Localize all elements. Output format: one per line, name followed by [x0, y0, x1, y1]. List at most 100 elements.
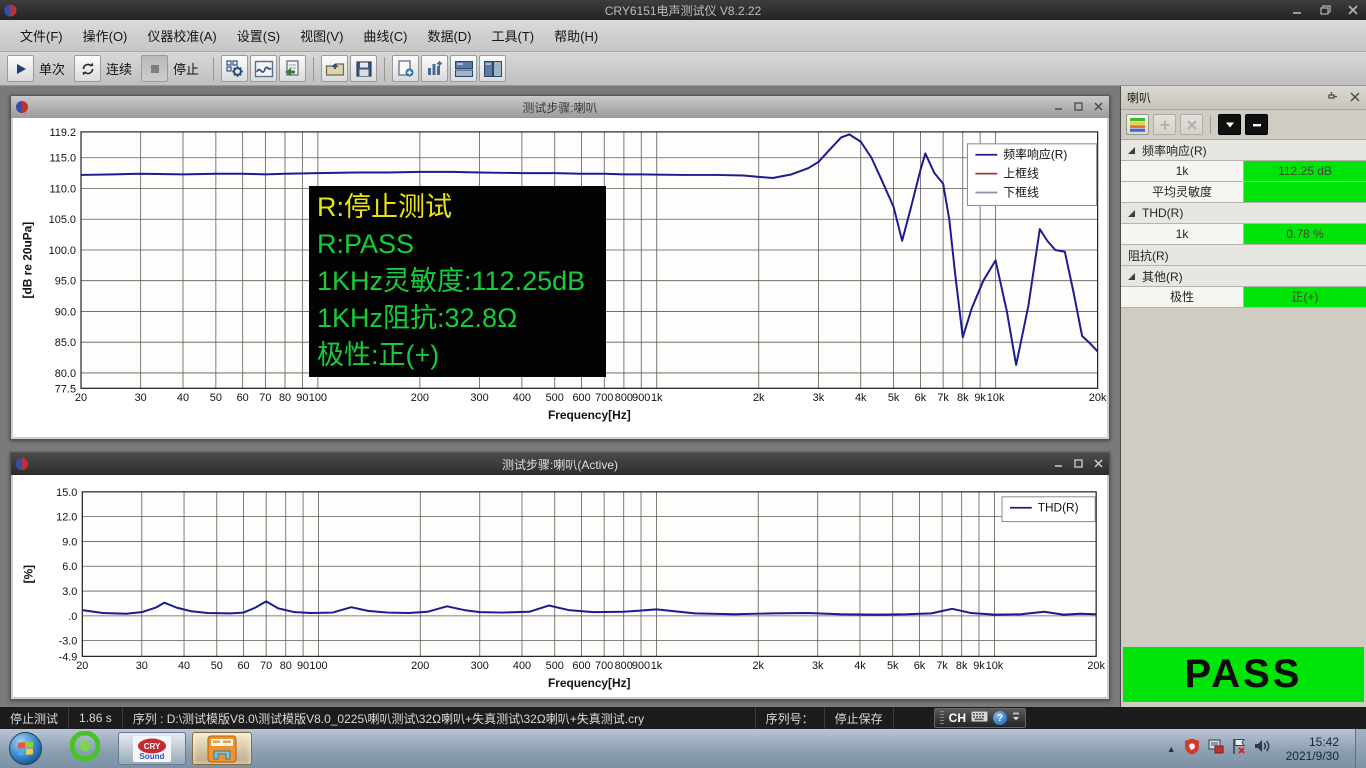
test-settings-button[interactable] — [221, 55, 248, 82]
svg-text:500: 500 — [546, 392, 564, 404]
svg-text:100.0: 100.0 — [49, 245, 76, 257]
start-button[interactable] — [9, 732, 42, 765]
svg-text:8k: 8k — [957, 392, 969, 404]
language-bar-grip[interactable] — [940, 711, 944, 725]
delete-icon[interactable] — [1180, 114, 1203, 135]
window1-close-icon[interactable] — [1094, 98, 1103, 116]
curve-editor-button[interactable] — [250, 55, 277, 82]
window2-restore-icon[interactable] — [1074, 455, 1083, 473]
expand-all-icon[interactable] — [1218, 114, 1241, 135]
loop-icon — [80, 61, 96, 77]
menu-help[interactable]: 帮助(H) — [544, 21, 608, 50]
add-chart-button[interactable] — [421, 55, 448, 82]
svg-text:90.0: 90.0 — [55, 306, 76, 318]
group-thd[interactable]: THD(R) — [1121, 203, 1366, 224]
active-app-taskbar-button[interactable] — [192, 732, 252, 765]
open-file-button[interactable] — [321, 55, 348, 82]
cry-sound-taskbar-button[interactable]: CRYSound — [118, 732, 186, 765]
report-icon — [283, 59, 302, 78]
status-elapsed: 1.86 s — [69, 707, 123, 729]
svg-text:20: 20 — [76, 660, 88, 672]
new-step-button[interactable] — [392, 55, 419, 82]
svg-text:30: 30 — [136, 660, 148, 672]
main-toolbar: 单次 连续 停止 — [0, 52, 1366, 86]
result-value: 112.25 dB — [1244, 161, 1366, 181]
menu-bar: 文件(F) 操作(O) 仪器校准(A) 设置(S) 视图(V) 曲线(C) 数据… — [0, 20, 1366, 52]
svg-text:6k: 6k — [915, 392, 927, 404]
group-frequency-response[interactable]: 频率响应(R) — [1121, 140, 1366, 161]
save-icon — [355, 60, 373, 78]
menu-calibration[interactable]: 仪器校准(A) — [137, 21, 226, 50]
window1-minimize-icon[interactable] — [1054, 98, 1063, 116]
app-window: CRY6151电声测试仪 V8.2.22 文件(F) 操作(O) 仪器校准(A)… — [0, 0, 1366, 768]
collapse-arrow-icon — [1128, 210, 1135, 217]
menu-view[interactable]: 视图(V) — [290, 21, 353, 50]
svg-text:40: 40 — [178, 660, 190, 672]
layers-icon[interactable] — [1126, 114, 1149, 135]
cry-logo-subtext: Sound — [140, 752, 165, 761]
status-save-state: 停止保存 — [825, 707, 894, 729]
result-row-polarity: 极性 正(+) — [1121, 287, 1366, 308]
svg-text:800: 800 — [615, 660, 633, 672]
group-impedance[interactable]: 阻抗(R) — [1121, 245, 1366, 266]
ime-language[interactable]: CH — [949, 711, 966, 725]
menu-file[interactable]: 文件(F) — [10, 21, 73, 50]
volume-tray-icon[interactable] — [1254, 738, 1272, 759]
svg-text:80: 80 — [280, 660, 292, 672]
panel-close-icon[interactable] — [1350, 91, 1360, 105]
svg-text:[%]: [%] — [22, 565, 36, 584]
menu-tools[interactable]: 工具(T) — [482, 21, 545, 50]
menu-operate[interactable]: 操作(O) — [73, 21, 138, 50]
thd-chart-area: 2030405060708090100200300400500600700800… — [13, 475, 1107, 697]
language-bar-options-icon[interactable] — [1012, 711, 1020, 725]
browser-taskbar-icon[interactable] — [70, 731, 100, 766]
taskbar-clock[interactable]: 15:42 2021/9/30 — [1286, 735, 1339, 763]
window2-close-icon[interactable] — [1094, 455, 1103, 473]
action-center-flag-icon[interactable] — [1232, 738, 1246, 760]
layout-rows-button[interactable] — [450, 55, 477, 82]
svg-text:300: 300 — [471, 660, 489, 672]
report-export-button[interactable] — [279, 55, 306, 82]
minimize-icon[interactable] — [1290, 4, 1304, 16]
result-row-sensitivity-1k: 1k 112.25 dB — [1121, 161, 1366, 182]
svg-text:7k: 7k — [937, 392, 949, 404]
svg-text:30: 30 — [135, 392, 147, 404]
keyboard-icon[interactable] — [971, 711, 988, 725]
menu-settings[interactable]: 设置(S) — [227, 21, 290, 50]
window1-titlebar[interactable]: 测试步骤:喇叭 — [11, 96, 1109, 118]
window2-titlebar[interactable]: 测试步骤:喇叭(Active) — [11, 453, 1109, 475]
device-tray-icon[interactable] — [1208, 739, 1224, 759]
antivirus-tray-icon[interactable] — [1184, 738, 1200, 760]
restore-icon[interactable] — [1318, 4, 1332, 16]
svg-text:20k: 20k — [1089, 392, 1107, 404]
svg-text:700: 700 — [595, 660, 613, 672]
result-value: 0.78 % — [1244, 224, 1366, 244]
tray-expand-icon[interactable]: ▲ — [1167, 744, 1176, 754]
help-icon[interactable]: ? — [993, 711, 1007, 725]
taskbar: CRYSound ▲ 15:42 2021/9/30 — [0, 729, 1366, 768]
run-continuous-button[interactable] — [74, 55, 101, 82]
save-button[interactable] — [350, 55, 377, 82]
pin-icon[interactable] — [1327, 91, 1338, 105]
svg-text:85.0: 85.0 — [55, 337, 76, 349]
stop-icon — [149, 63, 161, 75]
svg-text:115.0: 115.0 — [50, 153, 77, 165]
menu-data[interactable]: 数据(D) — [417, 21, 481, 50]
svg-text:1k: 1k — [651, 392, 663, 404]
window2-minimize-icon[interactable] — [1054, 455, 1063, 473]
svg-text:12.0: 12.0 — [56, 512, 77, 524]
window1-restore-icon[interactable] — [1074, 98, 1083, 116]
collapse-all-icon[interactable] — [1245, 114, 1268, 135]
show-desktop-button[interactable] — [1355, 729, 1366, 768]
group-other[interactable]: 其他(R) — [1121, 266, 1366, 287]
test-result-overlay: R:停止测试 R:PASS 1KHz灵敏度:112.25dB 1KHz阻抗:32… — [309, 186, 606, 377]
svg-text:900: 900 — [632, 392, 650, 404]
stop-button[interactable] — [141, 55, 168, 82]
add-icon[interactable] — [1153, 114, 1176, 135]
run-single-button[interactable] — [7, 55, 34, 82]
layout-columns-button[interactable] — [479, 55, 506, 82]
svg-text:20k: 20k — [1087, 660, 1105, 672]
language-bar[interactable]: CH ? — [934, 708, 1026, 728]
close-icon[interactable] — [1346, 4, 1360, 16]
menu-curve[interactable]: 曲线(C) — [353, 21, 417, 50]
